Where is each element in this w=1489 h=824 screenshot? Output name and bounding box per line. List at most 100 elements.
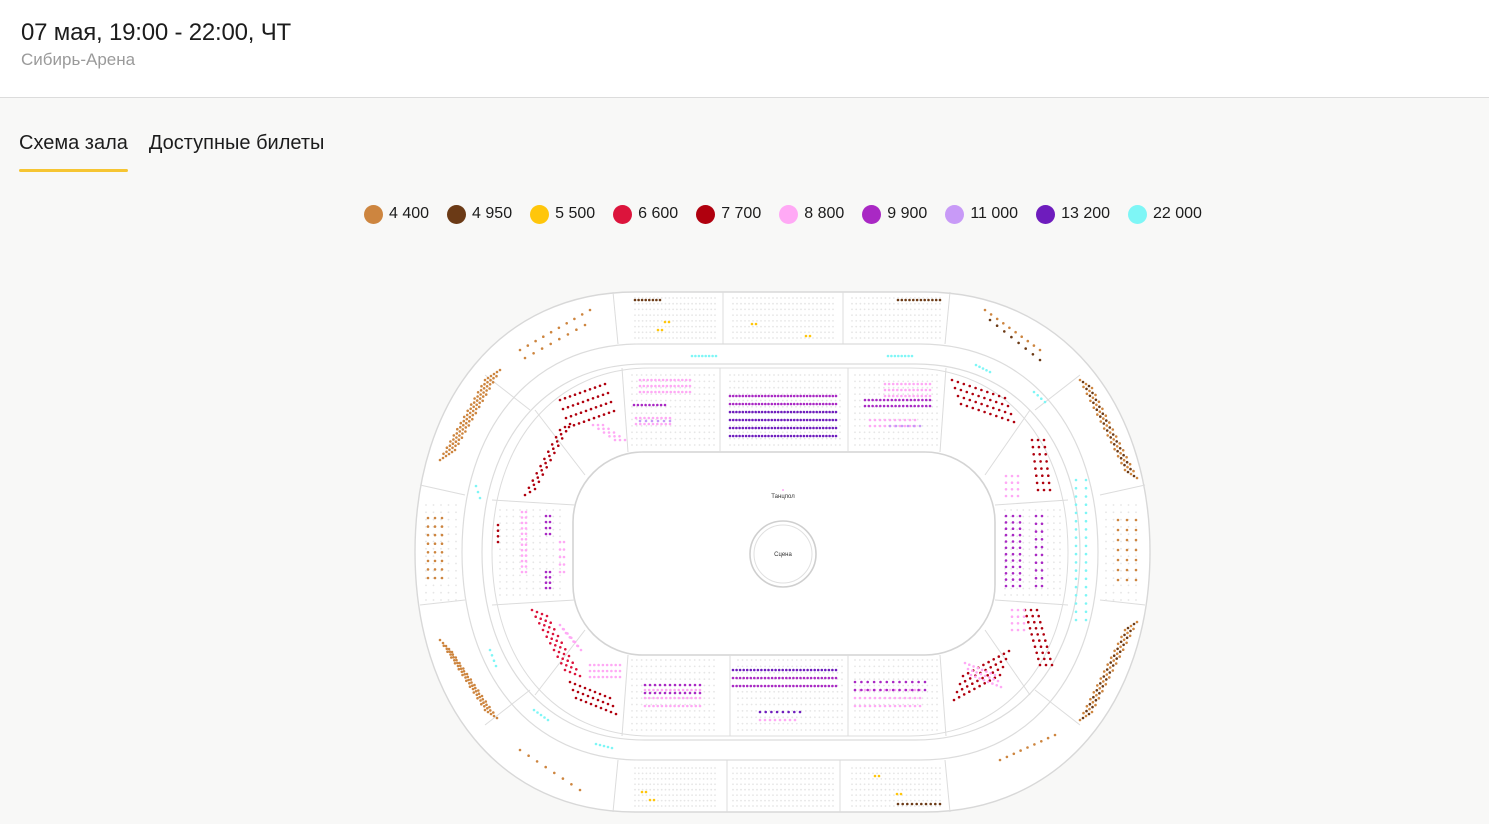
seat[interactable] <box>983 308 987 312</box>
seat[interactable] <box>1040 569 1044 572</box>
seat[interactable] <box>952 698 956 702</box>
seat[interactable] <box>912 394 915 398</box>
seat[interactable] <box>793 718 797 722</box>
seat[interactable] <box>745 668 749 672</box>
seat[interactable] <box>731 684 735 688</box>
seat[interactable] <box>596 698 600 702</box>
seat[interactable] <box>903 704 907 708</box>
seat[interactable] <box>748 426 751 430</box>
seat[interactable] <box>1011 572 1015 575</box>
seat[interactable] <box>433 516 437 520</box>
seat[interactable] <box>1116 518 1120 522</box>
seat[interactable] <box>767 402 770 406</box>
seat[interactable] <box>868 688 872 692</box>
seat[interactable] <box>651 416 655 420</box>
seat[interactable] <box>808 334 812 338</box>
seat[interactable] <box>1038 663 1042 667</box>
seat[interactable] <box>1036 488 1040 492</box>
seat[interactable] <box>545 466 548 469</box>
seat[interactable] <box>728 426 732 430</box>
seat[interactable] <box>468 419 471 423</box>
seat[interactable] <box>591 696 595 700</box>
seat[interactable] <box>455 432 459 435</box>
seat[interactable] <box>778 718 782 722</box>
seat[interactable] <box>1040 467 1043 470</box>
seat[interactable] <box>792 394 796 398</box>
seat[interactable] <box>474 411 478 415</box>
seat[interactable] <box>1029 608 1033 612</box>
seat[interactable] <box>606 745 610 749</box>
seat[interactable] <box>558 540 562 544</box>
seat[interactable] <box>653 691 657 695</box>
seat[interactable] <box>1010 615 1014 618</box>
seat[interactable] <box>1018 565 1022 569</box>
seat[interactable] <box>985 369 988 372</box>
seat[interactable] <box>542 335 545 338</box>
seat[interactable] <box>480 694 484 698</box>
seat[interactable] <box>764 402 767 406</box>
seat[interactable] <box>868 696 872 700</box>
seat[interactable] <box>992 658 995 661</box>
seat[interactable] <box>602 413 606 416</box>
seat[interactable] <box>918 696 922 700</box>
seat[interactable] <box>553 451 556 455</box>
seat[interactable] <box>923 688 927 692</box>
seat[interactable] <box>1046 467 1049 470</box>
seat[interactable] <box>1122 638 1126 642</box>
seat[interactable] <box>588 388 592 391</box>
seat[interactable] <box>660 416 663 420</box>
seat[interactable] <box>757 410 761 414</box>
seat[interactable] <box>593 669 596 673</box>
seat[interactable] <box>878 418 882 422</box>
seat[interactable] <box>770 402 774 406</box>
seat[interactable] <box>820 668 824 672</box>
seat[interactable] <box>894 404 897 408</box>
seat[interactable] <box>558 555 562 559</box>
seat[interactable] <box>469 403 473 406</box>
seat[interactable] <box>1045 460 1048 463</box>
seat[interactable] <box>887 388 891 392</box>
seat[interactable] <box>534 615 537 618</box>
seat[interactable] <box>825 410 828 414</box>
seat[interactable] <box>958 682 962 686</box>
seat[interactable] <box>824 684 827 688</box>
seat[interactable] <box>1092 406 1096 409</box>
seat[interactable] <box>477 692 481 695</box>
seat[interactable] <box>1022 628 1026 632</box>
seat[interactable] <box>785 668 788 672</box>
seat[interactable] <box>1089 399 1092 403</box>
seat[interactable] <box>858 696 862 700</box>
seat[interactable] <box>465 672 469 676</box>
seat[interactable] <box>1074 486 1078 490</box>
seat[interactable] <box>454 440 458 443</box>
seat[interactable] <box>433 542 437 545</box>
seat[interactable] <box>673 688 676 692</box>
seat[interactable] <box>489 374 493 378</box>
seat[interactable] <box>583 389 587 393</box>
seat[interactable] <box>485 385 489 388</box>
seat[interactable] <box>468 415 472 419</box>
seat[interactable] <box>450 450 454 454</box>
seat[interactable] <box>824 668 827 672</box>
seat[interactable] <box>924 802 928 806</box>
seat[interactable] <box>908 696 912 700</box>
seat[interactable] <box>989 672 992 675</box>
seat[interactable] <box>638 378 642 382</box>
seat[interactable] <box>991 392 995 396</box>
seat[interactable] <box>568 636 572 639</box>
seat[interactable] <box>1043 400 1047 404</box>
seat[interactable] <box>560 437 564 440</box>
seat[interactable] <box>524 565 528 568</box>
seat[interactable] <box>1101 685 1105 688</box>
seat[interactable] <box>907 354 910 358</box>
seat[interactable] <box>496 535 500 538</box>
seat[interactable] <box>813 676 816 680</box>
legend-item[interactable]: 22 000 <box>1128 204 1202 224</box>
seat[interactable] <box>896 382 899 386</box>
seat[interactable] <box>643 691 647 695</box>
seat[interactable] <box>898 398 901 402</box>
seat[interactable] <box>636 403 640 407</box>
seat[interactable] <box>471 684 474 687</box>
seat[interactable] <box>701 354 704 358</box>
seat[interactable] <box>1034 522 1038 526</box>
